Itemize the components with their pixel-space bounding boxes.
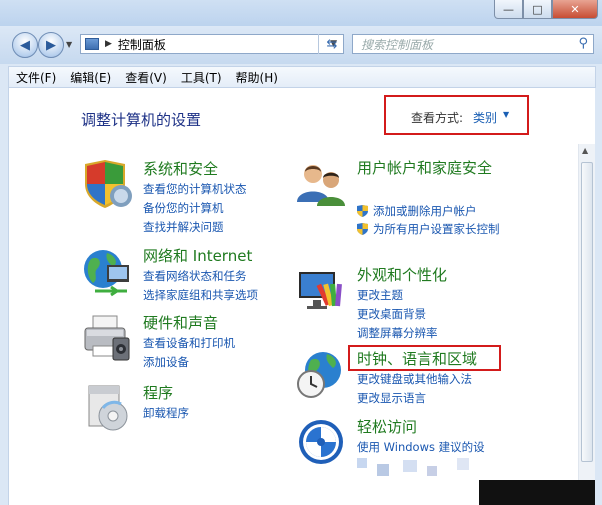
printer-icon[interactable] [81,312,133,364]
appearance-links: 更改主题 更改桌面背景 调整屏幕分辨率 [357,286,438,343]
view-by-label: 查看方式: [411,111,464,125]
refresh-icon: ⇆ [326,36,338,52]
link-add-remove-accounts[interactable]: 添加或删除用户帐户 [357,202,513,220]
category-title-network-internet[interactable]: 网络和 Internet [143,245,252,266]
user-accounts-links: 添加或删除用户帐户 为所有用户设置家长控制 [357,202,513,238]
link-find-fix-problems[interactable]: 查找并解决问题 [143,218,247,237]
link-change-display-language[interactable]: 更改显示语言 [357,389,472,408]
users-icon[interactable] [295,158,347,210]
link-change-theme[interactable]: 更改主题 [357,286,438,305]
view-by-highlight: 查看方式: 类别 ▼ [384,95,529,135]
clock-globe-icon[interactable] [295,348,347,400]
network-internet-links: 查看网络状态和任务 选择家庭组和共享选项 [143,267,258,305]
close-button[interactable]: ✕ [552,0,598,19]
search-icon[interactable]: ⚲ [578,36,588,51]
back-arrow-icon: ◀ [20,37,30,53]
category-title-user-accounts[interactable]: 用户帐户和家庭安全 [357,158,497,179]
menu-tools[interactable]: 工具(T) [174,69,229,86]
view-by-dropdown[interactable]: 类别 [473,109,497,126]
link-change-desktop-background[interactable]: 更改桌面背景 [357,305,438,324]
link-parental-controls-label[interactable]: 为所有用户设置家长控制 [373,222,500,236]
link-devices-printers[interactable]: 查看设备和打印机 [143,334,235,353]
title-bar: — □ ✕ [0,0,602,26]
scrollbar-thumb[interactable] [581,162,593,462]
uac-shield-icon [357,205,368,217]
control-panel-icon [85,38,99,50]
blurred-region [357,458,487,505]
maximize-button[interactable]: □ [523,0,552,19]
menu-help[interactable]: 帮助(H) [229,69,285,86]
category-title-programs[interactable]: 程序 [143,382,173,403]
menu-file[interactable]: 文件(F) [9,69,63,86]
globe-icon[interactable] [81,245,133,297]
category-title-hardware-sound[interactable]: 硬件和声音 [143,312,218,333]
menu-edit[interactable]: 编辑(E) [63,69,118,86]
link-add-remove-accounts-label[interactable]: 添加或删除用户帐户 [373,204,477,218]
minimize-button[interactable]: — [494,0,523,19]
caption-buttons: — □ ✕ [494,0,598,19]
link-adjust-resolution[interactable]: 调整屏幕分辨率 [357,324,438,343]
link-add-device[interactable]: 添加设备 [143,353,235,372]
breadcrumb-separator-icon[interactable]: ▶ [105,39,112,49]
menu-bar: 文件(F) 编辑(E) 查看(V) 工具(T) 帮助(H) [8,66,596,88]
recent-pages-dropdown[interactable]: ▼ [66,40,72,49]
link-backup-computer[interactable]: 备份您的计算机 [143,199,247,218]
content-pane: 调整计算机的设置 查看方式: 类别 ▼ ▲ 系统和安全 查看您的计算机状态 备份… [8,88,595,505]
shield-icon[interactable] [81,158,133,210]
search-input[interactable] [359,36,563,54]
address-bar[interactable]: ▶ 控制面板 ▼ [80,34,344,54]
page-title: 调整计算机的设置 [81,111,202,129]
ease-of-access-links: 使用 Windows 建议的设 [357,438,485,457]
programs-links: 卸载程序 [143,404,189,423]
category-title-ease-of-access[interactable]: 轻松访问 [357,416,417,437]
clock-category-highlight [348,345,501,371]
link-windows-suggested-settings[interactable]: 使用 Windows 建议的设 [357,438,485,457]
chevron-down-icon[interactable]: ▼ [503,110,509,119]
blurred-dark-region [479,480,595,505]
programs-icon[interactable] [81,382,133,434]
hardware-sound-links: 查看设备和打印机 添加设备 [143,334,235,372]
back-button[interactable]: ◀ [12,32,38,58]
menu-view[interactable]: 查看(V) [118,69,174,86]
scroll-up-icon[interactable]: ▲ [582,146,588,155]
link-parental-controls[interactable]: 为所有用户设置家长控制 [357,220,513,238]
search-box: ⚲ [352,34,594,54]
forward-button[interactable]: ▶ [38,32,64,58]
vertical-scrollbar[interactable]: ▲ [578,144,595,505]
link-homegroup-sharing[interactable]: 选择家庭组和共享选项 [143,286,258,305]
category-title-appearance[interactable]: 外观和个性化 [357,264,447,285]
link-uninstall-program[interactable]: 卸载程序 [143,404,189,423]
link-view-network-status[interactable]: 查看网络状态和任务 [143,267,258,286]
breadcrumb-control-panel[interactable]: 控制面板 [118,36,166,53]
navigation-bar: ◀ ▶ ▼ ▶ 控制面板 ▼ ⇆ ⚲ [0,26,602,64]
link-view-computer-status[interactable]: 查看您的计算机状态 [143,180,247,199]
ease-of-access-icon[interactable] [295,416,347,468]
category-title-system-security[interactable]: 系统和安全 [143,158,218,179]
uac-shield-icon [357,223,368,235]
forward-arrow-icon: ▶ [46,37,56,53]
monitor-icon[interactable] [295,264,347,316]
system-security-links: 查看您的计算机状态 备份您的计算机 查找并解决问题 [143,180,247,237]
control-panel-window: — □ ✕ ◀ ▶ ▼ ▶ 控制面板 ▼ ⇆ ⚲ 文件(F) 编辑(E) 查看(… [0,0,602,505]
clock-language-region-links: 更改键盘或其他输入法 更改显示语言 [357,370,472,408]
link-change-keyboard-input[interactable]: 更改键盘或其他输入法 [357,370,472,389]
refresh-button[interactable]: ⇆ [318,34,345,54]
